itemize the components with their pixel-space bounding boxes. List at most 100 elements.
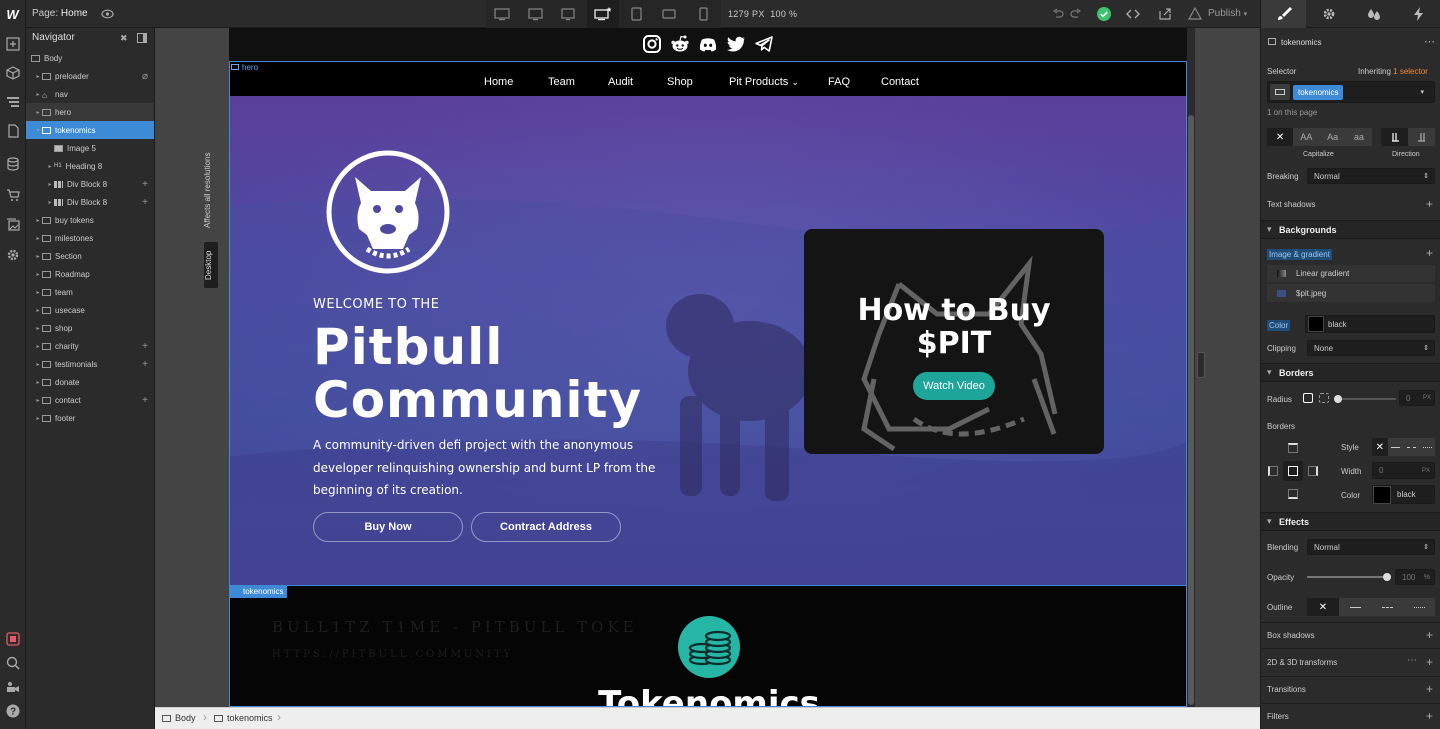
border-bottom-icon[interactable] — [1288, 489, 1298, 499]
radius-slider[interactable] — [1334, 395, 1396, 403]
expand-caret-icon[interactable]: ▾ — [34, 127, 42, 134]
add-box-shadow-icon[interactable]: + — [1426, 628, 1433, 642]
border-top-icon[interactable] — [1288, 443, 1298, 453]
nav-link-audit[interactable]: Audit — [608, 76, 633, 88]
expand-caret-icon[interactable]: ▸ — [34, 289, 42, 296]
hero-section[interactable]: WELCOME TO THE Pitbull Community A commun… — [229, 96, 1187, 585]
navigator-item-preloader[interactable]: ▸ preloader ⌀ — [26, 67, 154, 85]
desktop-tab[interactable]: Desktop — [204, 242, 218, 288]
nav-dropdown-pit-products[interactable]: Pit Products ⌄ — [729, 76, 799, 88]
navigator-item-tokenomics[interactable]: ▾ tokenomics — [26, 121, 154, 139]
capitalize-upper-button[interactable]: AA — [1293, 128, 1320, 146]
expand-caret-icon[interactable]: ▸ — [34, 235, 42, 242]
navigator-item-heading-8[interactable]: ▸ H1 Heading 8 — [26, 157, 154, 175]
tablet-icon[interactable] — [620, 0, 652, 28]
expand-caret-icon[interactable]: ▸ — [46, 163, 54, 170]
chevron-down-icon[interactable]: ▾ — [1420, 88, 1424, 96]
expand-caret-icon[interactable]: ▸ — [34, 325, 42, 332]
backgrounds-section[interactable]: Backgrounds — [1261, 220, 1440, 239]
redo-icon[interactable] — [1070, 8, 1082, 20]
navigator-item-footer[interactable]: ▸ footer — [26, 409, 154, 427]
tokenomics-section[interactable]: BULL1TZ T1ME - PITBULL TOKE HTTPS://PITB… — [229, 585, 1187, 707]
nav-link-team[interactable]: Team — [548, 76, 575, 88]
check-icon[interactable] — [1097, 7, 1111, 21]
add-filter-icon[interactable]: + — [1426, 709, 1433, 723]
page-canvas[interactable]: Home Team Audit Shop Pit Products ⌄ FAQ … — [229, 28, 1187, 707]
opacity-slider-thumb[interactable] — [1383, 573, 1391, 581]
instagram-icon[interactable] — [642, 34, 662, 54]
hidden-icon[interactable]: ⌀ — [142, 71, 148, 82]
direction-rtl-icon[interactable] — [1408, 128, 1435, 146]
eye-icon[interactable] — [101, 8, 114, 20]
radius-input[interactable]: 0 PX — [1399, 390, 1435, 406]
border-style-dotted-icon[interactable] — [1419, 438, 1435, 456]
navigator-item-charity[interactable]: ▸ charity + — [26, 337, 154, 355]
expand-caret-icon[interactable]: ▸ — [34, 397, 42, 404]
expand-caret-icon[interactable]: ▸ — [34, 415, 42, 422]
border-width-input[interactable]: 0 PX — [1372, 462, 1435, 479]
navigator-icon[interactable] — [6, 95, 20, 109]
navigator-item-donate[interactable]: ▸ donate — [26, 373, 154, 391]
reddit-icon[interactable] — [670, 34, 690, 54]
desktop-l-icon[interactable] — [519, 0, 551, 28]
outline-none-icon[interactable]: ✕ — [1307, 598, 1339, 616]
capitalize-title-button[interactable]: Aa — [1319, 128, 1346, 146]
border-right-icon[interactable] — [1308, 466, 1318, 476]
collapse-all-icon[interactable]: ✖ — [120, 33, 128, 44]
navigator-item-body[interactable]: Body — [26, 49, 154, 67]
undo-icon[interactable] — [1052, 8, 1064, 20]
expand-caret-icon[interactable]: ▸ — [46, 181, 54, 188]
opacity-slider[interactable] — [1307, 573, 1391, 581]
plus-icon[interactable]: + — [142, 341, 148, 352]
breadcrumb-body[interactable]: Body — [162, 713, 196, 723]
webflow-logo[interactable]: W — [0, 0, 26, 28]
add-panel-icon[interactable] — [6, 37, 20, 51]
border-left-icon[interactable] — [1268, 466, 1278, 476]
add-transition-icon[interactable]: + — [1426, 682, 1433, 696]
radius-slider-thumb[interactable] — [1334, 395, 1342, 403]
search-icon[interactable] — [6, 656, 20, 670]
breadcrumb-tokenomics[interactable]: tokenomics — [214, 713, 273, 723]
symbols-icon[interactable] — [6, 66, 20, 80]
twitter-icon[interactable] — [726, 34, 746, 54]
transforms-more-icon[interactable]: ⋯ — [1407, 655, 1417, 666]
expand-caret-icon[interactable]: ▸ — [46, 199, 54, 206]
blending-select[interactable]: Normal ⇕ — [1307, 539, 1435, 555]
more-options-icon[interactable]: ⋯ — [1424, 35, 1436, 48]
capitalize-lower-button[interactable]: aa — [1345, 128, 1372, 146]
nav-link-faq[interactable]: FAQ — [828, 76, 850, 88]
opacity-input[interactable]: 100% — [1395, 569, 1435, 585]
border-all-icon[interactable] — [1283, 461, 1303, 481]
border-color-swatch[interactable] — [1373, 485, 1391, 504]
border-color-field[interactable]: black — [1372, 485, 1435, 504]
expand-caret-icon[interactable]: ▸ — [34, 217, 42, 224]
plus-icon[interactable]: + — [142, 359, 148, 370]
publish-button[interactable]: Publish ▾ — [1208, 8, 1247, 19]
navigator-item-buy-tokens[interactable]: ▸ buy tokens — [26, 211, 154, 229]
outline-solid-icon[interactable] — [1339, 598, 1371, 616]
canvas-scroll-thumb[interactable] — [1188, 115, 1194, 705]
code-icon[interactable] — [1126, 8, 1140, 20]
navigator-item-shop[interactable]: ▸ shop — [26, 319, 154, 337]
telegram-icon[interactable] — [754, 34, 774, 54]
add-transform-icon[interactable]: + — [1426, 655, 1433, 669]
watch-video-button[interactable]: Watch Video — [913, 372, 995, 400]
navigator-item-milestones[interactable]: ▸ milestones — [26, 229, 154, 247]
resize-handle[interactable] — [1197, 352, 1205, 378]
outline-dashed-icon[interactable] — [1371, 598, 1403, 616]
expand-caret-icon[interactable]: ▸ — [34, 343, 42, 350]
inheriting-note[interactable]: Inheriting 1 selector — [1358, 67, 1428, 76]
navigator-item-usecase[interactable]: ▸ usecase — [26, 301, 154, 319]
settings-icon[interactable] — [6, 248, 20, 262]
dock-panel-icon[interactable] — [137, 33, 147, 43]
navigator-item-team[interactable]: ▸ team — [26, 283, 154, 301]
nav-link-home[interactable]: Home — [484, 76, 513, 88]
expand-caret-icon[interactable]: ▸ — [34, 271, 42, 278]
pages-icon[interactable] — [6, 124, 20, 138]
expand-caret-icon[interactable]: ▸ — [34, 109, 42, 116]
selector-chip[interactable]: tokenomics — [1293, 84, 1344, 100]
navigator-item-nav[interactable]: ▸ ⌂ nav — [26, 85, 154, 103]
navigator-item-testimonials[interactable]: ▸ testimonials + — [26, 355, 154, 373]
navigator-item-hero[interactable]: ▸ hero — [26, 103, 154, 121]
background-layer-gradient[interactable]: Linear gradient — [1267, 265, 1435, 283]
